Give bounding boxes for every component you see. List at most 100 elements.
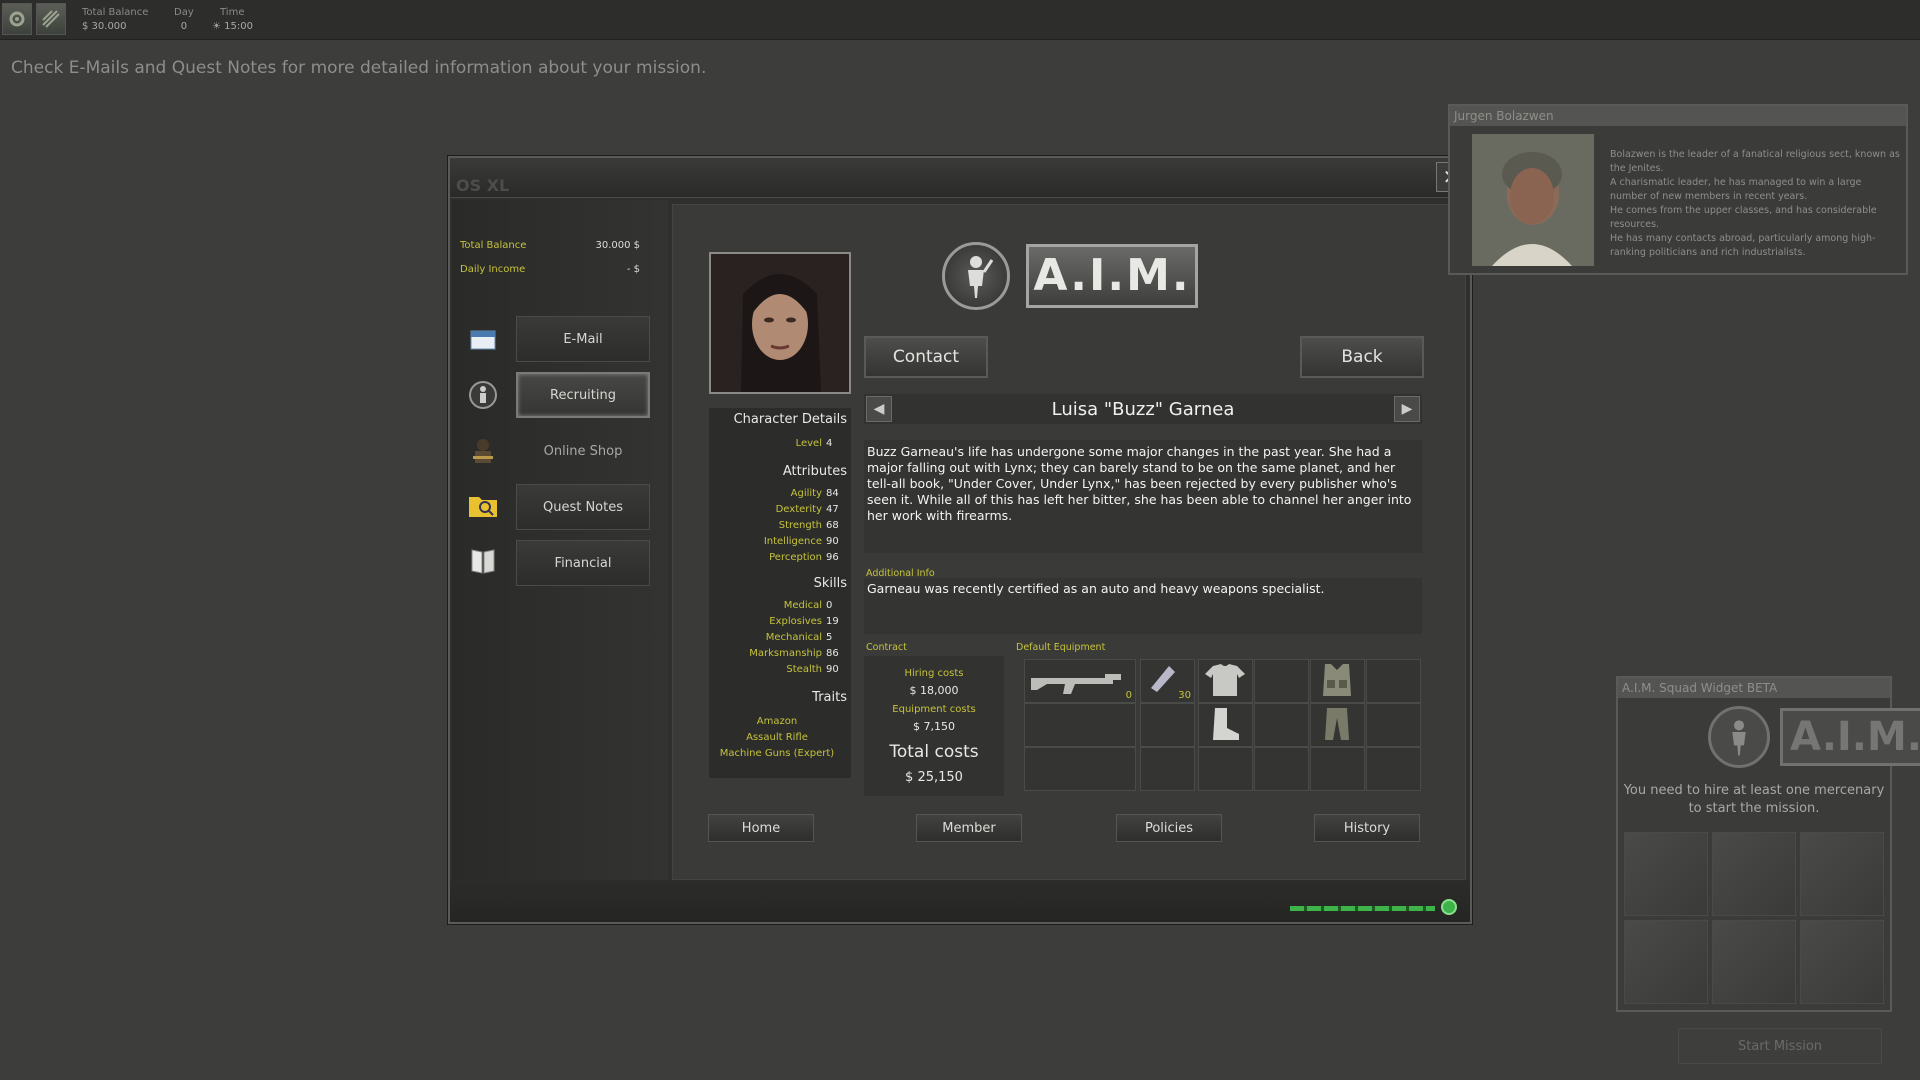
tab-home[interactable]: Home bbox=[708, 814, 814, 842]
equipment-slot-ammo[interactable]: 30 bbox=[1140, 659, 1195, 703]
aim-icon[interactable] bbox=[466, 378, 500, 412]
total-costs-value: $ 25,150 bbox=[905, 770, 963, 785]
merc-biography: Buzz Garneau's life has undergone some m… bbox=[864, 440, 1422, 553]
equipment-slot-empty[interactable] bbox=[1140, 703, 1195, 747]
skill-name: Medical bbox=[783, 600, 822, 611]
level-row: Level 4 bbox=[796, 438, 833, 449]
sidebar-item-recruiting[interactable]: Recruiting bbox=[516, 372, 650, 418]
power-led-icon bbox=[1440, 898, 1458, 916]
npc-name: Jurgen Bolazwen bbox=[1450, 106, 1906, 126]
boots-icon bbox=[1213, 708, 1239, 740]
topbar-balance-label: Total Balance bbox=[82, 7, 149, 18]
equipment-slot-pants[interactable] bbox=[1310, 703, 1365, 747]
equipment-grid: 0 30 bbox=[1024, 659, 1421, 792]
equipment-slot-empty[interactable] bbox=[1024, 747, 1136, 791]
attributes-heading: Attributes bbox=[782, 464, 847, 479]
skill-row: Medical 0 bbox=[783, 600, 833, 611]
equipment-slot-rifle[interactable]: 0 bbox=[1024, 659, 1136, 703]
level-value: 4 bbox=[826, 438, 833, 449]
mission-hint: Check E-Mails and Quest Notes for more d… bbox=[11, 58, 707, 78]
skill-value: 19 bbox=[826, 616, 839, 627]
hiring-costs-value: $ 18,000 bbox=[909, 684, 959, 697]
equipment-slot-boots[interactable] bbox=[1198, 703, 1253, 747]
equipment-slot-empty[interactable] bbox=[1254, 747, 1309, 791]
details-heading: Character Details bbox=[733, 412, 847, 427]
skill-row: Explosives 19 bbox=[769, 616, 838, 627]
attribute-row: Perception 96 bbox=[769, 552, 839, 563]
equipment-slot-empty[interactable] bbox=[1254, 703, 1309, 747]
topbar-time-value: 15:00 bbox=[224, 21, 253, 32]
squad-slot[interactable] bbox=[1800, 920, 1884, 1004]
total-costs-label: Total costs bbox=[889, 742, 979, 762]
squad-aim-logo-text: A.I.M. bbox=[1780, 708, 1920, 766]
squad-widget: A.I.M. Squad Widget BETA A.I.M. You need… bbox=[1616, 676, 1920, 1012]
sidebar-item-quest-notes[interactable]: Quest Notes bbox=[516, 484, 650, 530]
default-equipment-label: Default Equipment bbox=[1016, 642, 1106, 653]
equipment-slot-vest[interactable] bbox=[1310, 659, 1365, 703]
trait-item: Machine Guns (Expert) bbox=[719, 748, 835, 759]
squad-slot[interactable] bbox=[1624, 832, 1708, 916]
prev-merc-button[interactable]: ◀ bbox=[866, 396, 892, 422]
equipment-slot-empty[interactable] bbox=[1366, 747, 1421, 791]
squad-slot[interactable] bbox=[1712, 920, 1796, 1004]
skill-row: Stealth 90 bbox=[786, 664, 838, 675]
trait-item: Amazon bbox=[756, 716, 798, 727]
sidebar-item-financial[interactable]: Financial bbox=[516, 540, 650, 586]
squad-slot[interactable] bbox=[1624, 920, 1708, 1004]
topbar-time-label: Time bbox=[220, 7, 245, 18]
attribute-name: Intelligence bbox=[763, 536, 822, 547]
tab-history[interactable]: History bbox=[1314, 814, 1420, 842]
contract-panel: Hiring costs $ 18,000 Equipment costs $ … bbox=[864, 656, 1004, 796]
total-balance-label: Total Balance bbox=[460, 240, 527, 251]
aim-logo-text: A.I.M. bbox=[1026, 244, 1198, 308]
squad-slot[interactable] bbox=[1712, 832, 1796, 916]
equipment-slot-empty[interactable] bbox=[1140, 747, 1195, 791]
equipment-slot-empty[interactable] bbox=[1024, 703, 1136, 747]
merc-portrait bbox=[709, 252, 851, 394]
email-icon[interactable] bbox=[466, 322, 500, 356]
topbar-balance: Total Balance $ 30.000 bbox=[82, 6, 148, 34]
tab-member[interactable]: Member bbox=[916, 814, 1022, 842]
traits-heading: Traits bbox=[812, 690, 847, 705]
settings-gear-icon[interactable] bbox=[2, 3, 32, 35]
trait-item: Assault Rifle bbox=[746, 732, 808, 743]
attribute-value: 84 bbox=[826, 488, 839, 499]
next-merc-button[interactable]: ▶ bbox=[1394, 396, 1420, 422]
start-mission-button[interactable]: Start Mission bbox=[1678, 1028, 1882, 1064]
ammo-magazine-icon bbox=[1151, 666, 1175, 692]
equipment-slot-empty[interactable] bbox=[1366, 703, 1421, 747]
attribute-row: Agility 84 bbox=[790, 488, 839, 499]
sidebar-daily-income: Daily Income - $ bbox=[460, 264, 640, 275]
equipment-slot-empty[interactable] bbox=[1310, 747, 1365, 791]
sidebar-item-online-shop[interactable]: Online Shop bbox=[516, 428, 650, 474]
contact-button[interactable]: Contact bbox=[864, 336, 988, 378]
skill-value: 90 bbox=[826, 664, 839, 675]
squad-slot[interactable] bbox=[1800, 832, 1884, 916]
daily-income-value: - $ bbox=[626, 264, 640, 275]
attribute-name: Strength bbox=[778, 520, 822, 531]
folder-icon[interactable] bbox=[466, 488, 500, 522]
tab-policies[interactable]: Policies bbox=[1116, 814, 1222, 842]
equipment-slot-empty[interactable] bbox=[1254, 659, 1309, 703]
book-icon[interactable] bbox=[466, 544, 500, 578]
equipment-slot-empty[interactable] bbox=[1366, 659, 1421, 703]
shirt-icon bbox=[1205, 664, 1245, 696]
topbar-balance-value: $ 30.000 bbox=[82, 21, 127, 32]
skill-name: Marksmanship bbox=[749, 648, 822, 659]
equipment-costs-value: $ 7,150 bbox=[913, 720, 955, 733]
skill-value: 5 bbox=[826, 632, 833, 643]
merc-name-bar: Luisa "Buzz" Garnea bbox=[864, 394, 1422, 424]
equipment-slot-empty[interactable] bbox=[1198, 747, 1253, 791]
sidebar-item-email[interactable]: E-Mail bbox=[516, 316, 650, 362]
squad-aim-logo-icon bbox=[1708, 706, 1770, 768]
attribute-name: Agility bbox=[790, 488, 822, 499]
back-button[interactable]: Back bbox=[1300, 336, 1424, 378]
character-details: Character Details Level 4 Attributes Agil… bbox=[709, 408, 851, 778]
attribute-value: 68 bbox=[826, 520, 839, 531]
attribute-name: Dexterity bbox=[775, 504, 822, 515]
shop-icon[interactable] bbox=[466, 434, 500, 468]
equipment-slot-shirt[interactable] bbox=[1198, 659, 1253, 703]
ammo-count: 30 bbox=[1178, 690, 1191, 701]
map-icon[interactable] bbox=[36, 3, 66, 35]
laptop-titlebar: OS XL ✕ bbox=[450, 158, 1470, 198]
